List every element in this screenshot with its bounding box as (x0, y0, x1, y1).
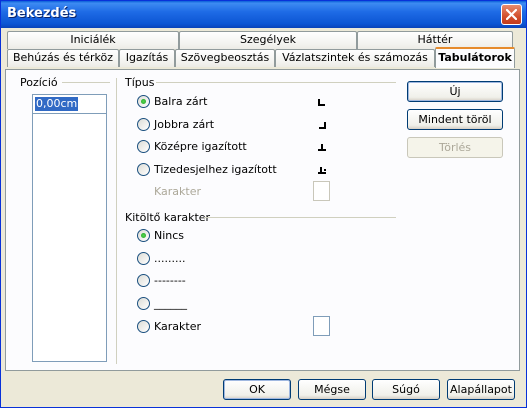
column-separator (116, 78, 117, 364)
new-button[interactable]: Új (407, 81, 503, 102)
radio-button[interactable] (137, 297, 150, 310)
fill-option-label: ______ (154, 297, 187, 310)
center-tab-icon (318, 144, 326, 151)
radio-button[interactable] (137, 229, 150, 242)
type-option-left[interactable]: Balra zárt (137, 94, 337, 110)
tab-alignment[interactable]: Igazítás (119, 49, 175, 67)
tab-dropcaps[interactable]: Iniciálék (7, 31, 179, 49)
fill-divider (204, 217, 396, 218)
tab-tabs[interactable]: Tabulátorok (435, 47, 515, 68)
tab-outline-numbering[interactable]: Vázlatszintek és számozás (275, 49, 435, 67)
type-option-center[interactable]: Középre igazított (137, 139, 337, 155)
radio-button[interactable] (137, 118, 150, 131)
fill-option-underline[interactable]: ______ (137, 296, 337, 312)
tab-borders[interactable]: Szegélyek (179, 31, 357, 49)
tab-text-flow[interactable]: Szövegbeosztás (175, 49, 275, 67)
title-bar[interactable]: Bekezdés (1, 1, 526, 28)
type-label: Típus (125, 76, 155, 89)
position-input[interactable]: 0,00cm (33, 95, 106, 114)
radio-button[interactable] (137, 95, 150, 108)
radio-button[interactable] (137, 252, 150, 265)
fill-option-label: ......... (154, 252, 186, 265)
position-label: Pozíció (20, 76, 58, 89)
close-icon (506, 9, 517, 20)
type-option-label: Balra zárt (154, 95, 208, 108)
tabs-panel: Pozíció 0,00cm Típus Balra zárt Jobbra z… (5, 69, 520, 371)
type-option-label: Jobbra zárt (154, 118, 215, 131)
tab-position-list[interactable] (32, 94, 107, 362)
close-button[interactable] (501, 4, 522, 25)
fill-option-dots[interactable]: ......... (137, 251, 337, 267)
type-option-label: Tizedesjelhez igazított (154, 163, 277, 176)
decimal-tab-icon (318, 167, 326, 174)
ok-button[interactable]: OK (223, 379, 291, 400)
fill-option-label: Nincs (154, 229, 185, 242)
type-character-input[interactable] (313, 181, 330, 201)
fill-option-dashes[interactable]: -------- (137, 273, 337, 289)
tab-indents-spacing[interactable]: Behúzás és térköz (7, 49, 119, 67)
type-character-label: Karakter (154, 185, 201, 198)
fill-option-label: -------- (154, 274, 186, 287)
radio-button[interactable] (137, 140, 150, 153)
fill-option-character[interactable]: Karakter (137, 319, 337, 335)
radio-button[interactable] (137, 320, 150, 333)
cancel-button[interactable]: Mégse (298, 379, 366, 400)
type-option-right[interactable]: Jobbra zárt (137, 117, 337, 133)
type-option-decimal[interactable]: Tizedesjelhez igazított (137, 162, 337, 178)
fill-option-none[interactable]: Nincs (137, 228, 337, 244)
radio-button[interactable] (137, 274, 150, 287)
type-option-label: Középre igazított (154, 140, 247, 153)
left-tab-icon (318, 99, 325, 106)
delete-all-button[interactable]: Mindent töröl (407, 109, 503, 130)
window-title: Bekezdés (7, 6, 77, 21)
position-value: 0,00cm (35, 97, 79, 111)
position-divider (62, 82, 110, 83)
fill-label: Kitöltő karakter (125, 211, 211, 224)
delete-button[interactable]: Törlés (407, 137, 503, 158)
right-tab-icon (319, 122, 326, 129)
fill-option-label: Karakter (154, 320, 201, 333)
help-button[interactable]: Súgó (372, 379, 440, 400)
radio-button[interactable] (137, 163, 150, 176)
paragraph-dialog: Bekezdés Iniciálék Szegélyek Háttér Behú… (0, 0, 527, 408)
reset-button[interactable]: Alapállapot (447, 379, 515, 400)
fill-character-input[interactable] (313, 316, 330, 336)
type-divider (156, 82, 396, 83)
tab-strip: Iniciálék Szegélyek Háttér Behúzás és té… (1, 28, 526, 72)
